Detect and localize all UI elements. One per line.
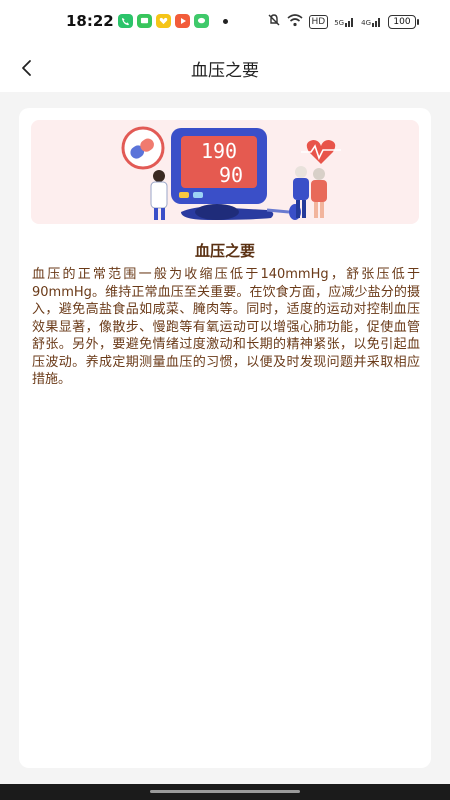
- elderly-couple-figure: [293, 166, 327, 218]
- phone-icon: [118, 14, 133, 28]
- monitor-reading-bottom: 90: [219, 163, 243, 187]
- wechat-icon: [194, 14, 209, 28]
- more-notifications-dot: [223, 18, 228, 24]
- article-body: 血压的正常范围一般为收缩压低于140mmHg，舒张压低于90mmHg。维持正常血…: [32, 267, 420, 387]
- page-title: 血压之要: [191, 61, 259, 81]
- article-card: 190 90 血压之要 血压的正常范围一般为收缩压低于140mmHg，舒张压低于…: [19, 108, 431, 768]
- wifi-icon: [286, 12, 303, 31]
- system-navigation-bar: [0, 784, 450, 800]
- status-time: 18:22: [66, 12, 114, 30]
- love-icon: [156, 14, 171, 28]
- monitor-reading-top: 190: [201, 139, 237, 163]
- hd-badge: HD: [308, 14, 329, 29]
- notification-icons: [118, 14, 228, 28]
- blood-pressure-monitor-illustration: 190 90: [121, 126, 341, 220]
- message-icon: [137, 14, 152, 28]
- hero-illustration: 190 90: [31, 120, 419, 224]
- status-right: HD 5G 4G 100: [267, 12, 419, 31]
- signal-icon-4g: 4G: [361, 16, 382, 27]
- video-icon: [175, 14, 190, 28]
- network-label-2: 4G: [361, 19, 371, 27]
- mute-icon: [267, 12, 281, 31]
- doctor-figure: [150, 170, 168, 220]
- home-indicator[interactable]: [150, 790, 300, 793]
- article-title: 血压之要: [194, 242, 255, 260]
- battery-icon: 100: [388, 14, 419, 29]
- network-label-1: 5G: [334, 19, 345, 27]
- signal-icon-5g: 5G: [334, 16, 355, 27]
- status-bar: 18:22 HD 5G 4G 100: [0, 0, 450, 44]
- app-bar: 血压之要: [0, 44, 450, 92]
